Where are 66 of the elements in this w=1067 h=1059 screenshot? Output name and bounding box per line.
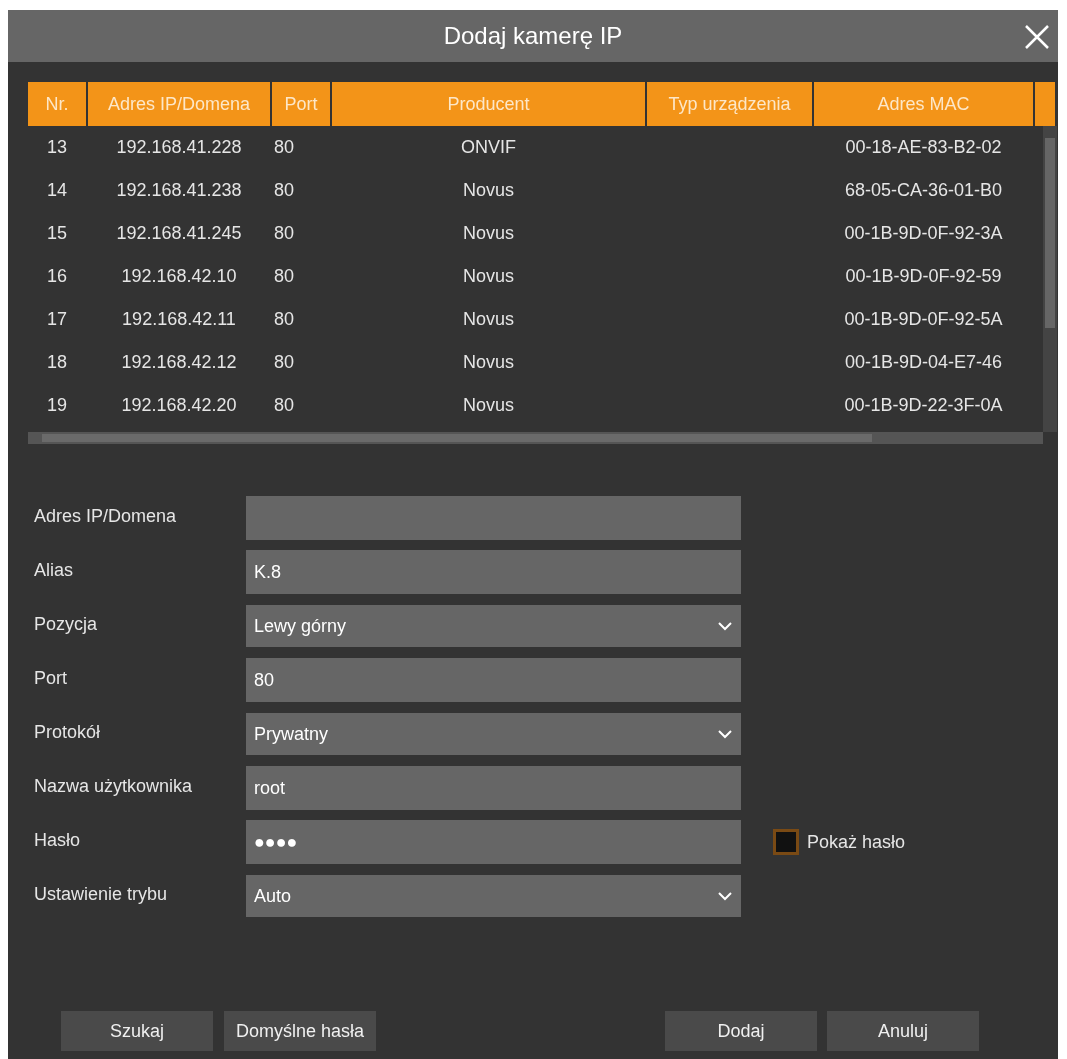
- table-cell-text: 192.168.41.238: [115, 179, 243, 202]
- dropdown[interactable]: Prywatny: [246, 713, 741, 755]
- table-cell-text: 00-1B-9D-0F-92-5A: [843, 308, 1004, 331]
- table-cell-text: Novus: [462, 394, 515, 417]
- table-cell-text: 192.168.41.245: [115, 222, 243, 245]
- window-title: Dodaj kamerę IP: [443, 21, 623, 51]
- table-cell-text: 00-1B-9D-22-3F-0A: [843, 394, 1004, 417]
- dialog-button[interactable]: Szukaj: [61, 1011, 213, 1051]
- field-label: Ustawienie trybu: [34, 883, 169, 906]
- input-field[interactable]: 80: [246, 658, 741, 702]
- table-cell-text: 18: [46, 351, 68, 374]
- dropdown[interactable]: Auto: [246, 875, 741, 917]
- table-cell-text: Novus: [462, 222, 515, 245]
- field-label: Port: [34, 667, 68, 690]
- table-cell-text: 192.168.42.12: [120, 351, 238, 374]
- table-cell-text: 16: [46, 265, 68, 288]
- dropdown[interactable]: Lewy górny: [246, 605, 741, 647]
- table-cell-text: 15: [46, 222, 68, 245]
- table-cell-text: 80: [273, 222, 296, 245]
- table-cell-text: Novus: [462, 179, 515, 202]
- chevron-down-icon: [717, 621, 733, 631]
- table-cell-text: 00-1B-9D-0F-92-3A: [843, 222, 1004, 245]
- password-field[interactable]: ●●●●: [246, 820, 741, 864]
- table-cell-text: 80: [273, 351, 296, 374]
- table-cell-text: 80: [273, 136, 296, 159]
- vertical-scrollbar[interactable]: [1043, 126, 1057, 432]
- table-cell-text: 00-1B-9D-0F-92-59: [844, 265, 1003, 288]
- checkbox-label: Pokaż hasło: [807, 830, 906, 854]
- table-cell-text: 192.168.42.11: [121, 308, 237, 331]
- table-cell-text: 17: [46, 308, 68, 331]
- table-cell-text: 00-1B-9D-04-E7-46: [843, 351, 1004, 374]
- field-label: Protokół: [34, 721, 102, 744]
- table-cell-text: 192.168.42.10: [120, 265, 238, 288]
- table-cell-text: 80: [273, 308, 296, 331]
- table-cell-text: 00-18-AE-83-B2-02: [844, 136, 1003, 159]
- chevron-down-icon: [717, 891, 733, 901]
- table-cell-text: Novus: [462, 265, 515, 288]
- table-cell-text: 192.168.42.20: [120, 394, 238, 417]
- table-cell-text: Novus: [462, 351, 515, 374]
- input-field[interactable]: K.8: [246, 550, 741, 594]
- dialog-button[interactable]: Anuluj: [827, 1011, 979, 1051]
- chevron-down-icon: [717, 729, 733, 739]
- table-cell-text: 192.168.41.228: [115, 136, 243, 159]
- table-cell-text: 80: [273, 394, 296, 417]
- table-cell-text: 13: [46, 136, 68, 159]
- dialog-button[interactable]: Dodaj: [665, 1011, 817, 1051]
- table-cell-text: 68-05-CA-36-01-B0: [843, 179, 1004, 202]
- table-cell-text: Novus: [462, 308, 515, 331]
- field-label: Pozycja: [34, 613, 99, 636]
- input-field[interactable]: [246, 496, 741, 540]
- table-cell-text: 19: [46, 394, 68, 417]
- dialog-button[interactable]: Domyślne hasła: [224, 1011, 376, 1051]
- field-label: Hasło: [34, 829, 82, 852]
- table-cell-text: 80: [273, 265, 296, 288]
- column-header[interactable]: [1035, 82, 1055, 126]
- close-icon: [1023, 23, 1051, 51]
- field-label: Alias: [34, 559, 74, 582]
- field-label: Nazwa użytkownika: [34, 775, 194, 798]
- table-cell-text: 80: [273, 179, 296, 202]
- input-field[interactable]: root: [246, 766, 741, 810]
- table-cell-text: 14: [46, 179, 68, 202]
- checkbox[interactable]: [773, 829, 799, 855]
- field-label: Adres IP/Domena: [34, 505, 178, 528]
- scrollbar-thumb[interactable]: [1045, 138, 1055, 328]
- horizontal-scrollbar[interactable]: [28, 432, 1043, 444]
- table-cell-text: ONVIF: [460, 136, 517, 159]
